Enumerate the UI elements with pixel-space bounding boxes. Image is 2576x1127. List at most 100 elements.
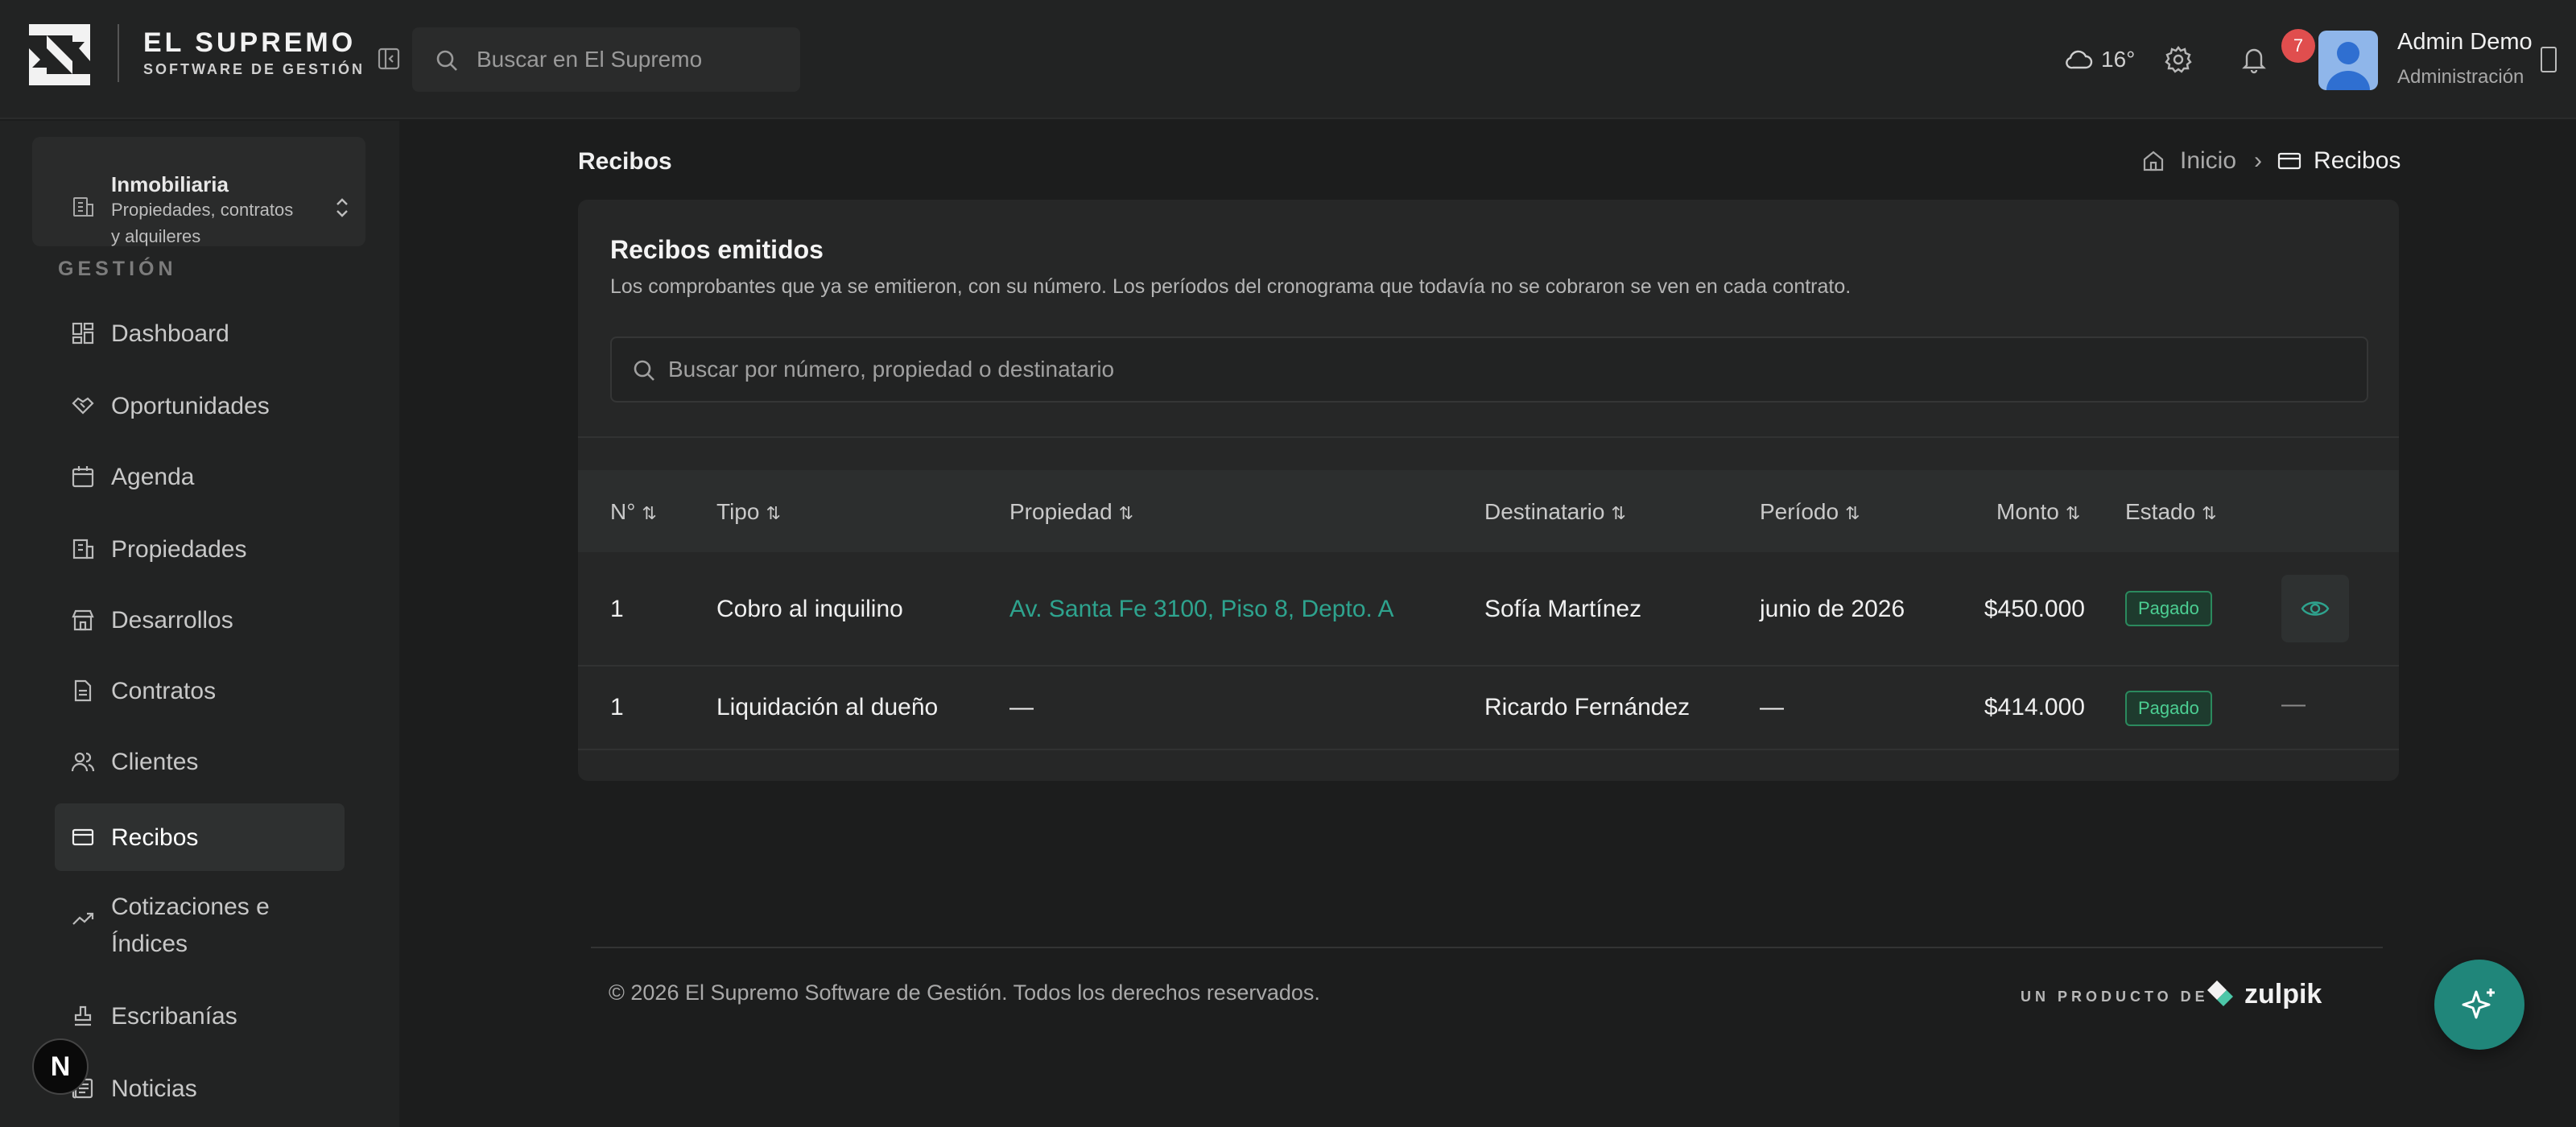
sparkles-icon [2462,989,2495,1019]
table-search[interactable] [610,336,2368,402]
brand-title: EL SUPREMO [143,27,357,58]
handshake-icon [71,394,95,418]
panel-toggle-icon[interactable] [2541,47,2557,72]
home-icon[interactable] [2141,149,2165,173]
calendar-icon [71,464,95,489]
table-row[interactable]: 1 Liquidación al dueño — Ricardo Fernánd… [578,667,2399,750]
ai-assistant-button[interactable] [2434,960,2524,1050]
zulpik-brand[interactable]: zulpik [2244,979,2322,1010]
sidebar-item-label: Recibos [111,824,199,851]
divider [578,436,2399,438]
stamp-icon [71,1004,95,1028]
sidebar-item-label: Oportunidades [111,393,270,419]
sidebar-item-desarrollos[interactable]: Desarrollos [55,586,345,654]
sidebar-item-escribanias[interactable]: Escribanías [55,982,345,1050]
sidebar-item-oportunidades[interactable]: Oportunidades [55,372,345,440]
breadcrumb: Inicio › Recibos [2141,145,2401,177]
card-description: Los comprobantes que ya se emitieron, co… [610,275,1852,298]
view-receipt-button[interactable] [2281,575,2349,642]
organization-description: Propiedades, contratos y alquileres [111,200,294,246]
column-header-estado[interactable]: Estado ⇅ [2125,499,2217,525]
table-header: N° ⇅ Tipo ⇅ Propiedad ⇅ Destinatario ⇅ Perío… [578,470,2399,552]
sidebar-collapse-icon[interactable] [377,47,401,71]
sidebar: Inmobiliaria Propiedades, contratos y al… [0,121,399,1127]
building-icon [71,537,95,561]
sidebar-item-label: Propiedades [111,536,247,563]
search-icon [435,48,459,72]
user-avatar[interactable] [2318,31,2378,90]
cell-numero: 1 [610,694,624,720]
weather-temp: 16° [2101,47,2136,72]
sidebar-item-label: Cotizaciones e Índices [111,894,270,957]
document-icon [71,679,95,703]
user-name[interactable]: Admin Demo [2397,29,2533,56]
breadcrumb-current: Recibos [2314,147,2401,174]
cell-tipo: Liquidación al dueño [716,694,939,720]
sidebar-item-clientes[interactable]: Clientes [55,728,345,795]
column-header-propiedad[interactable]: Propiedad ⇅ [1009,499,1133,525]
breadcrumb-home-link[interactable]: Inicio [2180,147,2236,175]
zulpik-logo-icon[interactable] [2204,977,2236,1009]
property-link[interactable]: Av. Santa Fe 3100, Piso 8, Depto. A [1009,596,1394,623]
notifications-bell-icon[interactable] [2240,45,2268,74]
copyright: © 2026 El Supremo Software de Gestión. T… [609,980,1320,1005]
organization-name: Inmobiliaria [111,172,229,196]
sort-icon[interactable]: ⇅ [1611,503,1625,523]
column-header-numero[interactable]: N° ⇅ [610,499,657,525]
cloud-icon [2066,50,2093,69]
chevron-up-down-icon [332,195,353,221]
logo-divider [118,24,119,82]
column-header-periodo[interactable]: Período ⇅ [1760,499,1860,525]
column-header-destinatario[interactable]: Destinatario ⇅ [1484,499,1626,525]
sort-icon[interactable]: ⇅ [2202,503,2216,523]
search-icon [631,357,657,383]
cell-destinatario: Sofía Martínez [1484,596,1642,622]
cell-periodo: junio de 2026 [1760,596,1905,622]
footer-divider [591,947,2383,948]
product-of-label: UN PRODUCTO DE [2021,989,2209,1005]
card-title: Recibos emitidos [610,235,824,264]
sidebar-item-agenda[interactable]: Agenda [55,443,345,510]
sidebar-item-label: Agenda [111,464,195,490]
cell-monto: $414.000 [1984,694,2085,720]
sidebar-item-label: Contratos [111,678,217,704]
sidebar-item-contratos[interactable]: Contratos [55,657,345,724]
sort-icon[interactable]: ⇅ [1845,503,1860,523]
building-icon [71,195,95,219]
notification-count-badge[interactable]: 7 [2281,29,2315,63]
global-search[interactable] [412,27,800,92]
weather-widget[interactable]: 16° [2066,43,2135,76]
cell-tipo: Cobro al inquilino [716,596,903,622]
sidebar-item-label: Dashboard [111,320,229,347]
card-icon [2277,149,2302,173]
receipts-card: Recibos emitidos Los comprobantes que ya… [578,200,2399,781]
sidebar-item-recibos[interactable]: Recibos [55,803,345,871]
brand-logo-icon[interactable] [24,19,95,90]
brand-subtitle: SOFTWARE DE GESTIÓN [143,61,365,77]
sidebar-item-label: Noticias [111,1075,197,1102]
column-header-tipo[interactable]: Tipo ⇅ [716,499,781,525]
next-dev-badge[interactable]: N [32,1038,89,1095]
status-badge: Pagado [2125,691,2212,726]
table-row[interactable]: 1 Cobro al inquilino Av. Santa Fe 3100, … [578,552,2399,667]
sidebar-item-noticias[interactable]: Noticias [55,1055,345,1122]
sort-icon[interactable]: ⇅ [2066,503,2080,523]
table-search-input[interactable] [668,338,2359,401]
top-header: EL SUPREMO SOFTWARE DE GESTIÓN 16° [0,0,2576,119]
page-title: Recibos [578,148,672,175]
sort-icon[interactable]: ⇅ [766,503,780,523]
sidebar-item-dashboard[interactable]: Dashboard [55,299,345,367]
column-header-monto[interactable]: Monto ⇅ [1996,499,2080,525]
card-icon [71,825,95,849]
sidebar-item-propiedades[interactable]: Propiedades [55,515,345,583]
global-search-input[interactable] [477,27,791,92]
cell-propiedad: — [1009,694,1034,720]
sidebar-item-cotizaciones[interactable]: Cotizaciones e Índices [55,876,345,966]
sort-icon[interactable]: ⇅ [1119,503,1133,523]
sort-icon[interactable]: ⇅ [642,503,656,523]
settings-gear-icon[interactable] [2164,45,2193,74]
users-icon [71,749,95,774]
sidebar-item-label: Escribanías [111,1003,237,1030]
no-action: — [2281,691,2306,717]
organization-switcher[interactable]: Inmobiliaria Propiedades, contratos y al… [32,137,365,246]
